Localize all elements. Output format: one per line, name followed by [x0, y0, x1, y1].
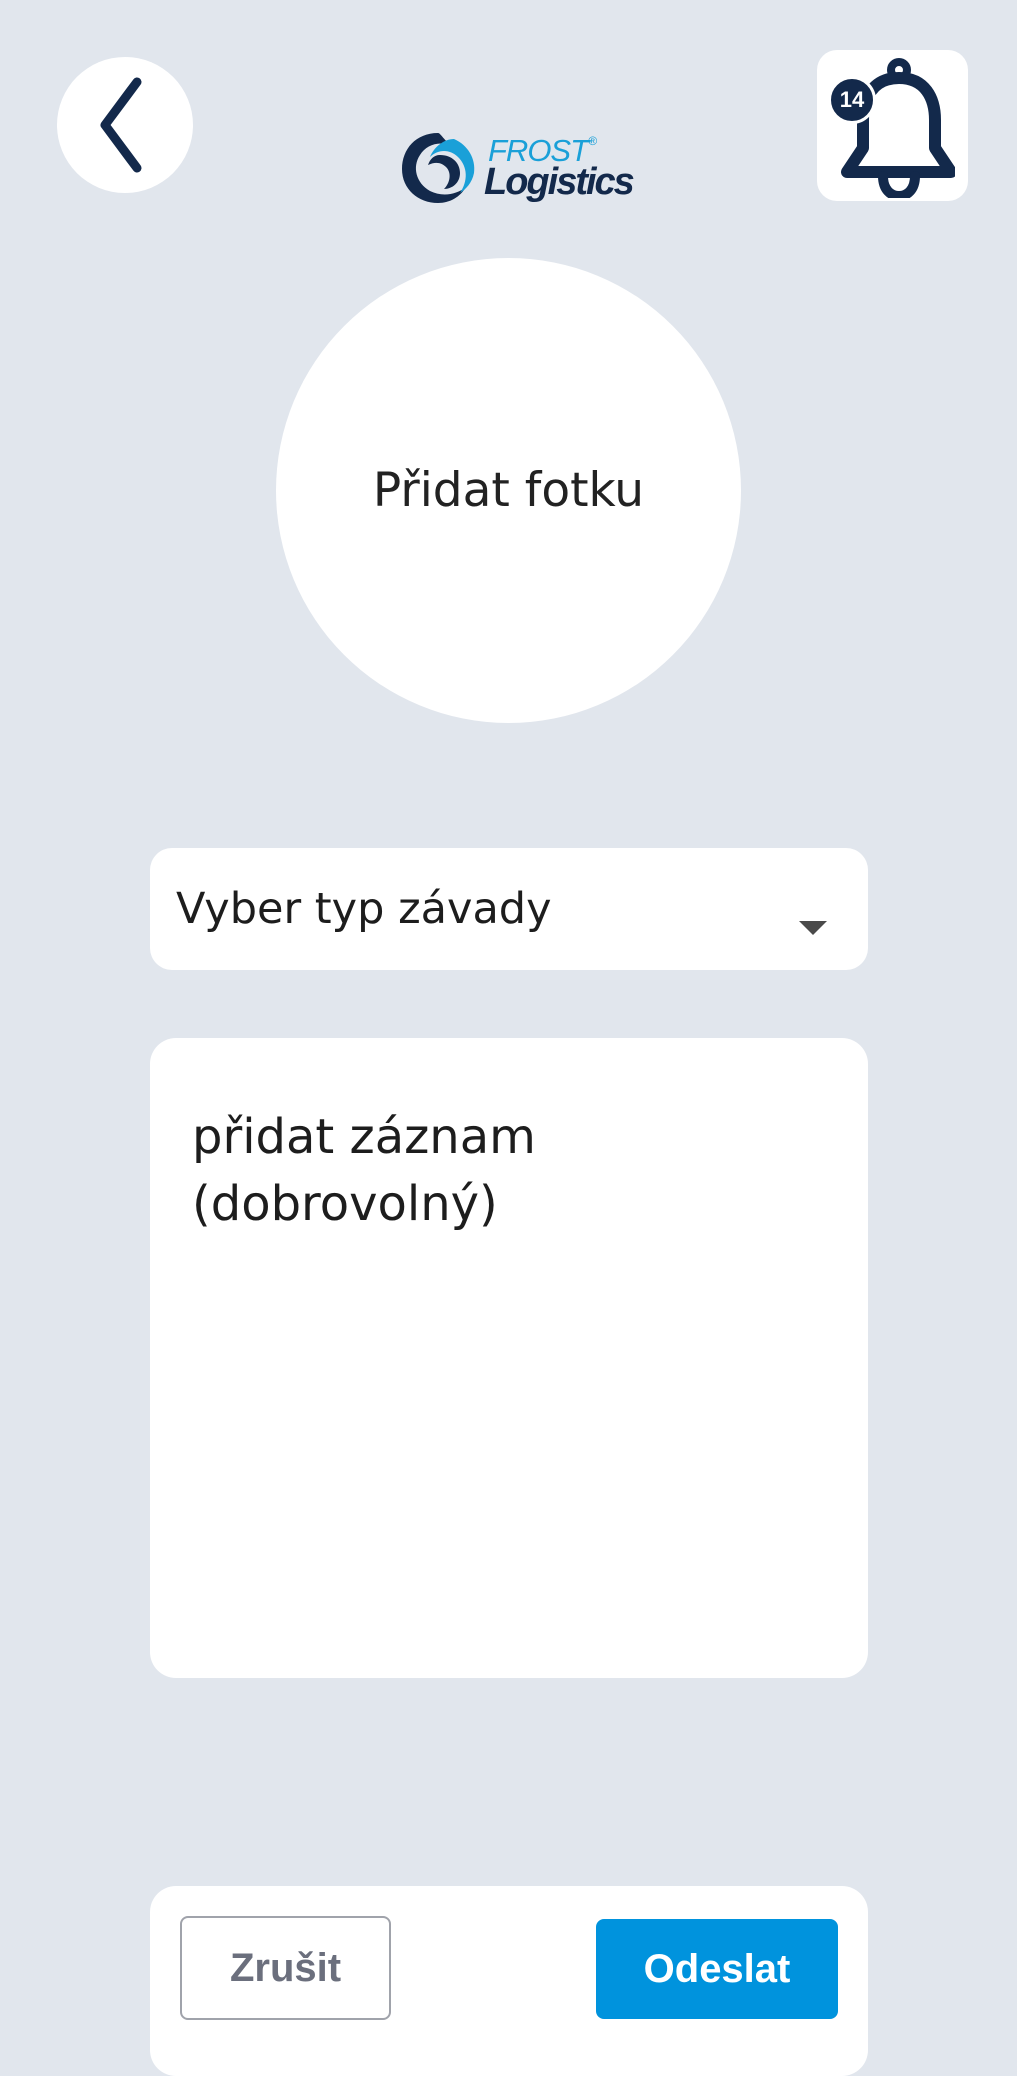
- caret-down-icon: [799, 921, 827, 935]
- logo-swirl-icon: [402, 133, 475, 203]
- logo-logistics-text: Logistics: [484, 161, 635, 203]
- add-photo-label: Přidat fotku: [372, 463, 645, 518]
- send-button[interactable]: Odeslat: [596, 1919, 838, 2019]
- chevron-left-icon: [100, 77, 142, 173]
- logo-trademark: ®: [588, 134, 597, 148]
- back-button[interactable]: [57, 57, 193, 193]
- note-placeholder: přidat záznam (dobrovolný): [192, 1109, 536, 1232]
- defect-type-select[interactable]: Vyber typ závady: [150, 848, 868, 970]
- add-photo-button[interactable]: Přidat fotku: [276, 258, 741, 723]
- frost-logistics-logo: FROST® Logistics: [398, 127, 635, 209]
- note-textarea[interactable]: přidat záznam (dobrovolný): [150, 1038, 868, 1678]
- notification-button[interactable]: 14: [817, 50, 968, 201]
- notification-count-badge: 14: [828, 76, 876, 124]
- defect-type-placeholder: Vyber typ závady: [176, 884, 552, 934]
- cancel-button[interactable]: Zrušit: [180, 1916, 391, 2020]
